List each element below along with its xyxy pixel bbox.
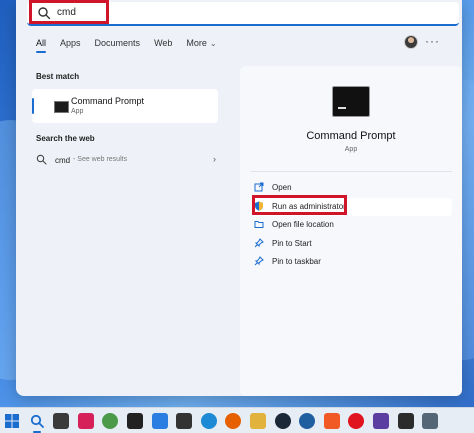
app-dark-icon[interactable]: [397, 412, 414, 429]
command-prompt-icon: [54, 101, 69, 113]
action-label: Open file location: [272, 220, 334, 229]
best-match-subtitle: App: [71, 108, 84, 115]
tab-more-label: More: [186, 38, 207, 48]
app-detail-panel: Command Prompt App Open Run as administr…: [240, 66, 462, 396]
best-match-title: Command Prompt: [71, 96, 145, 106]
search-icon: [36, 154, 47, 165]
todo-check-icon[interactable]: [151, 412, 168, 429]
pin-icon: [254, 237, 264, 247]
web-result-suffix: - See web results: [73, 156, 128, 163]
action-label: Open: [272, 183, 292, 192]
best-match-heading: Best match: [36, 72, 80, 81]
annotation-highlight-box: [252, 195, 347, 215]
action-pin-to-start[interactable]: Pin to Start: [252, 235, 452, 254]
search-icon[interactable]: [29, 413, 45, 433]
avatar[interactable]: [404, 35, 418, 49]
chevron-right-icon: ›: [213, 154, 216, 164]
app-blue-circle-icon[interactable]: [299, 412, 316, 429]
more-options-icon[interactable]: ···: [425, 34, 440, 48]
edge-icon[interactable]: [200, 412, 217, 429]
web-result[interactable]: cmd - See web results ›: [36, 152, 216, 168]
best-match-result[interactable]: Command Prompt App: [32, 89, 218, 123]
chevron-down-icon: ⌄: [209, 39, 217, 48]
action-open-file-location[interactable]: Open file location: [252, 216, 452, 235]
app-purple-icon[interactable]: [372, 412, 389, 429]
action-label: Pin to taskbar: [272, 257, 321, 266]
tab-all[interactable]: All: [36, 38, 47, 53]
command-prompt-icon: [332, 86, 370, 117]
app-photo-icon[interactable]: [422, 412, 439, 429]
pin-icon: [254, 256, 264, 266]
opera-icon[interactable]: [348, 412, 365, 429]
action-pin-to-taskbar[interactable]: Pin to taskbar: [252, 253, 452, 272]
taskbar: [0, 407, 474, 433]
brave-icon[interactable]: [323, 412, 340, 429]
open-icon: [254, 182, 264, 192]
detail-title: Command Prompt: [306, 130, 396, 142]
tab-documents[interactable]: Documents: [95, 38, 141, 48]
tab-web[interactable]: Web: [154, 38, 172, 48]
tab-apps[interactable]: Apps: [60, 38, 81, 48]
detail-subtitle: App: [344, 146, 358, 153]
windows-start-icon[interactable]: [4, 413, 20, 429]
chrome-icon[interactable]: [102, 412, 119, 429]
web-result-query: cmd: [55, 156, 71, 165]
firefox-icon[interactable]: [225, 412, 242, 429]
divider: [250, 171, 452, 172]
start-menu-panel: cmd All Apps Documents Web More ⌄ ··· Bes…: [16, 0, 462, 396]
filter-tabs: All Apps Documents Web More ⌄: [36, 38, 231, 53]
app-red-icon[interactable]: [77, 412, 94, 429]
folder-icon: [254, 221, 264, 228]
annotation-highlight-box: [29, 0, 109, 24]
tab-more[interactable]: More ⌄: [186, 38, 216, 48]
steam-icon[interactable]: [274, 412, 291, 429]
action-label: Pin to Start: [272, 238, 312, 248]
selection-indicator: [32, 98, 34, 114]
folder-icon[interactable]: [249, 412, 266, 429]
file-explorer-icon[interactable]: [53, 412, 70, 429]
notion-icon[interactable]: [126, 412, 143, 429]
sticky-notes-icon[interactable]: [176, 412, 193, 429]
action-list: Open Run as administrator Open file loca…: [252, 179, 452, 272]
search-web-heading: Search the web: [36, 134, 95, 143]
